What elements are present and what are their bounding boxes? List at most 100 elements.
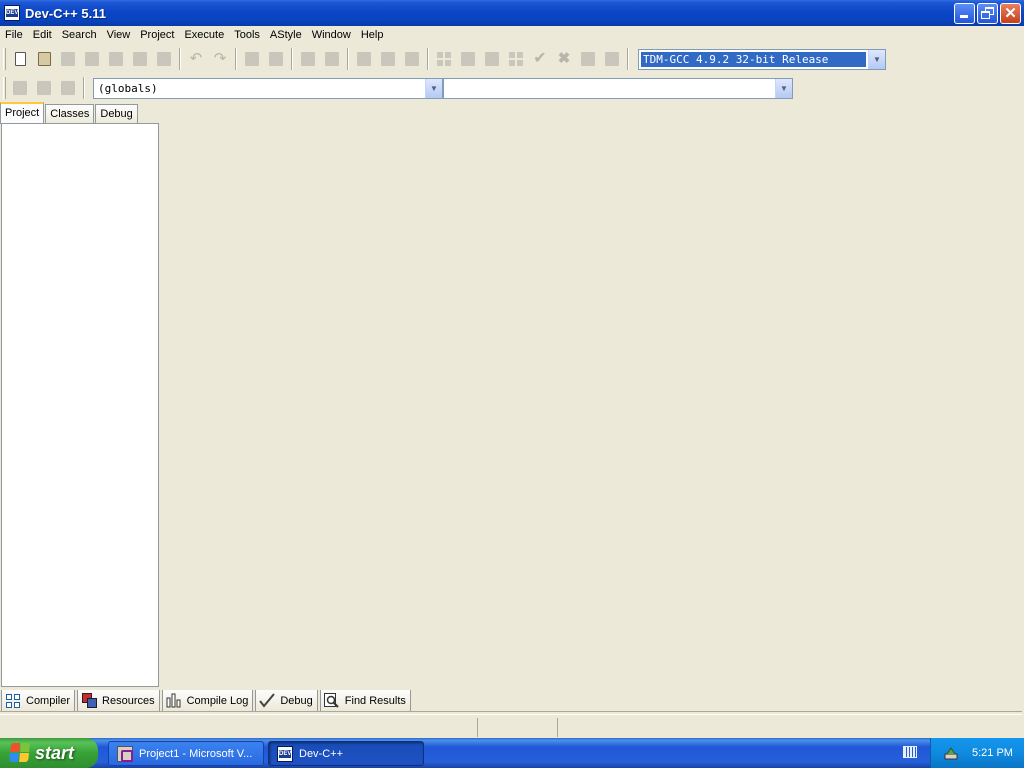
task-devcpp[interactable]: DEV Dev-C++	[268, 741, 424, 766]
tab-project[interactable]: Project	[0, 102, 45, 124]
keyboard-icon[interactable]	[903, 746, 917, 758]
devcpp-icon: DEV	[277, 745, 293, 762]
main-toolbar: ↶ ↷ ✔ ✖ TDM-GCC 4.9.2 32-bit Release ▼	[0, 45, 940, 73]
member-select[interactable]: ▼	[443, 77, 793, 99]
menu-view[interactable]: View	[102, 26, 136, 44]
toolbar-grip[interactable]	[3, 48, 6, 70]
tab-classes[interactable]: Classes	[45, 104, 95, 124]
menu-project[interactable]: Project	[135, 26, 179, 44]
syntax-check-button[interactable]: ✔	[529, 48, 551, 70]
minimize-button[interactable]	[954, 3, 975, 24]
toolbar-grip[interactable]	[3, 77, 6, 99]
close-button[interactable]: ✕	[1000, 3, 1021, 24]
menu-file[interactable]: File	[0, 26, 28, 44]
start-label: start	[35, 742, 75, 763]
project-options-button[interactable]	[401, 48, 423, 70]
profile-button[interactable]	[577, 48, 599, 70]
bottom-panel-tabs: Compiler Resources Compile Log Debug Fin…	[1, 690, 413, 712]
compile-button[interactable]	[433, 48, 455, 70]
tab-find-results-label: Find Results	[344, 694, 406, 707]
taskbar: start Project1 - Microsoft V... DEV Dev-…	[0, 738, 1024, 768]
undo-button[interactable]: ↶	[185, 48, 207, 70]
task-label: Project1 - Microsoft V...	[139, 747, 253, 760]
scope-select-value: (globals)	[98, 81, 158, 95]
print-button[interactable]	[153, 48, 175, 70]
magnifier-icon	[324, 693, 340, 709]
new-class-button[interactable]	[9, 77, 31, 99]
menu-window[interactable]: Window	[307, 26, 356, 44]
compile-run-icon	[485, 52, 499, 66]
menu-search[interactable]: Search	[57, 26, 102, 44]
status-pane-3	[558, 718, 1024, 737]
redo-button[interactable]: ↷	[209, 48, 231, 70]
class-browser-toolbar: (globals) ▼ ▼	[0, 74, 800, 102]
save-all-button[interactable]	[81, 48, 103, 70]
chevron-down-icon[interactable]: ▼	[868, 49, 885, 69]
bookmark-icon	[325, 52, 339, 66]
compile-run-button[interactable]	[481, 48, 503, 70]
run-icon	[461, 52, 475, 66]
replace-button[interactable]	[265, 48, 287, 70]
find-button[interactable]	[241, 48, 263, 70]
clock[interactable]: 5:21 PM	[972, 747, 1013, 759]
tab-debug-output[interactable]: Debug	[255, 690, 318, 712]
delete-profile-button[interactable]	[601, 48, 623, 70]
check-icon: ✔	[533, 50, 547, 67]
rebuild-all-button[interactable]	[505, 48, 527, 70]
close-icon: ✕	[1004, 5, 1017, 22]
tab-compile-log[interactable]: Compile Log	[161, 690, 254, 712]
rebuild-all-icon	[509, 52, 523, 66]
save-button[interactable]	[57, 48, 79, 70]
add-to-project-button[interactable]	[353, 48, 375, 70]
project-options-icon	[405, 52, 419, 66]
menu-edit[interactable]: Edit	[28, 26, 57, 44]
menu-execute[interactable]: Execute	[179, 26, 229, 44]
minimize-icon	[960, 15, 968, 18]
tab-debug[interactable]: Debug	[95, 104, 138, 124]
close-file-button[interactable]	[105, 48, 127, 70]
run-button[interactable]	[457, 48, 479, 70]
toggle-button[interactable]	[57, 77, 79, 99]
compiler-grid-icon	[5, 693, 21, 709]
goto-line-button[interactable]	[297, 48, 319, 70]
close-all-icon	[133, 52, 147, 66]
tab-resources-label: Resources	[102, 694, 155, 707]
status-bar	[0, 718, 1024, 738]
open-button[interactable]	[33, 48, 55, 70]
toggle-icon	[61, 81, 75, 95]
toggle-bookmark-button[interactable]	[321, 48, 343, 70]
new-file-button[interactable]	[9, 48, 31, 70]
close-file-icon	[109, 52, 123, 66]
tab-compiler-label: Compiler	[26, 694, 71, 707]
menu-bar: File Edit Search View Project Execute To…	[0, 26, 1024, 44]
task-visual-studio[interactable]: Project1 - Microsoft V...	[108, 741, 264, 766]
menu-tools[interactable]: Tools	[229, 26, 265, 44]
menu-astyle[interactable]: AStyle	[265, 26, 307, 44]
chevron-down-icon[interactable]: ▼	[775, 78, 792, 98]
task-label: Dev-C++	[299, 747, 344, 760]
status-pane-1	[0, 718, 478, 737]
left-panel-tabs: Project Classes Debug	[0, 102, 139, 124]
window-title: Dev-C++ 5.11	[25, 5, 106, 21]
restore-button[interactable]	[977, 3, 998, 24]
bar-chart-icon	[166, 693, 182, 709]
title-bar[interactable]: DEV Dev-C++ 5.11 ✕	[0, 0, 1024, 26]
chevron-down-icon[interactable]: ▼	[425, 78, 442, 98]
close-all-button[interactable]	[129, 48, 151, 70]
menu-help[interactable]: Help	[356, 26, 389, 44]
project-browser-panel[interactable]	[1, 123, 159, 687]
devcpp-app-icon[interactable]: DEV	[4, 5, 20, 21]
compiler-select[interactable]: TDM-GCC 4.9.2 32-bit Release ▼	[638, 48, 886, 70]
splitter[interactable]	[0, 711, 1022, 715]
insert-button[interactable]	[33, 77, 55, 99]
remove-from-project-button[interactable]	[377, 48, 399, 70]
network-icon[interactable]	[943, 745, 959, 761]
tab-compiler[interactable]: Compiler	[1, 690, 76, 712]
compile-icon	[437, 52, 451, 66]
start-button[interactable]: start	[0, 738, 98, 768]
tab-find-results[interactable]: Find Results	[319, 690, 411, 712]
tab-resources[interactable]: Resources	[77, 690, 160, 712]
redo-icon: ↷	[213, 50, 227, 67]
stop-execution-button[interactable]: ✖	[553, 48, 575, 70]
scope-select[interactable]: (globals) ▼	[93, 77, 443, 99]
